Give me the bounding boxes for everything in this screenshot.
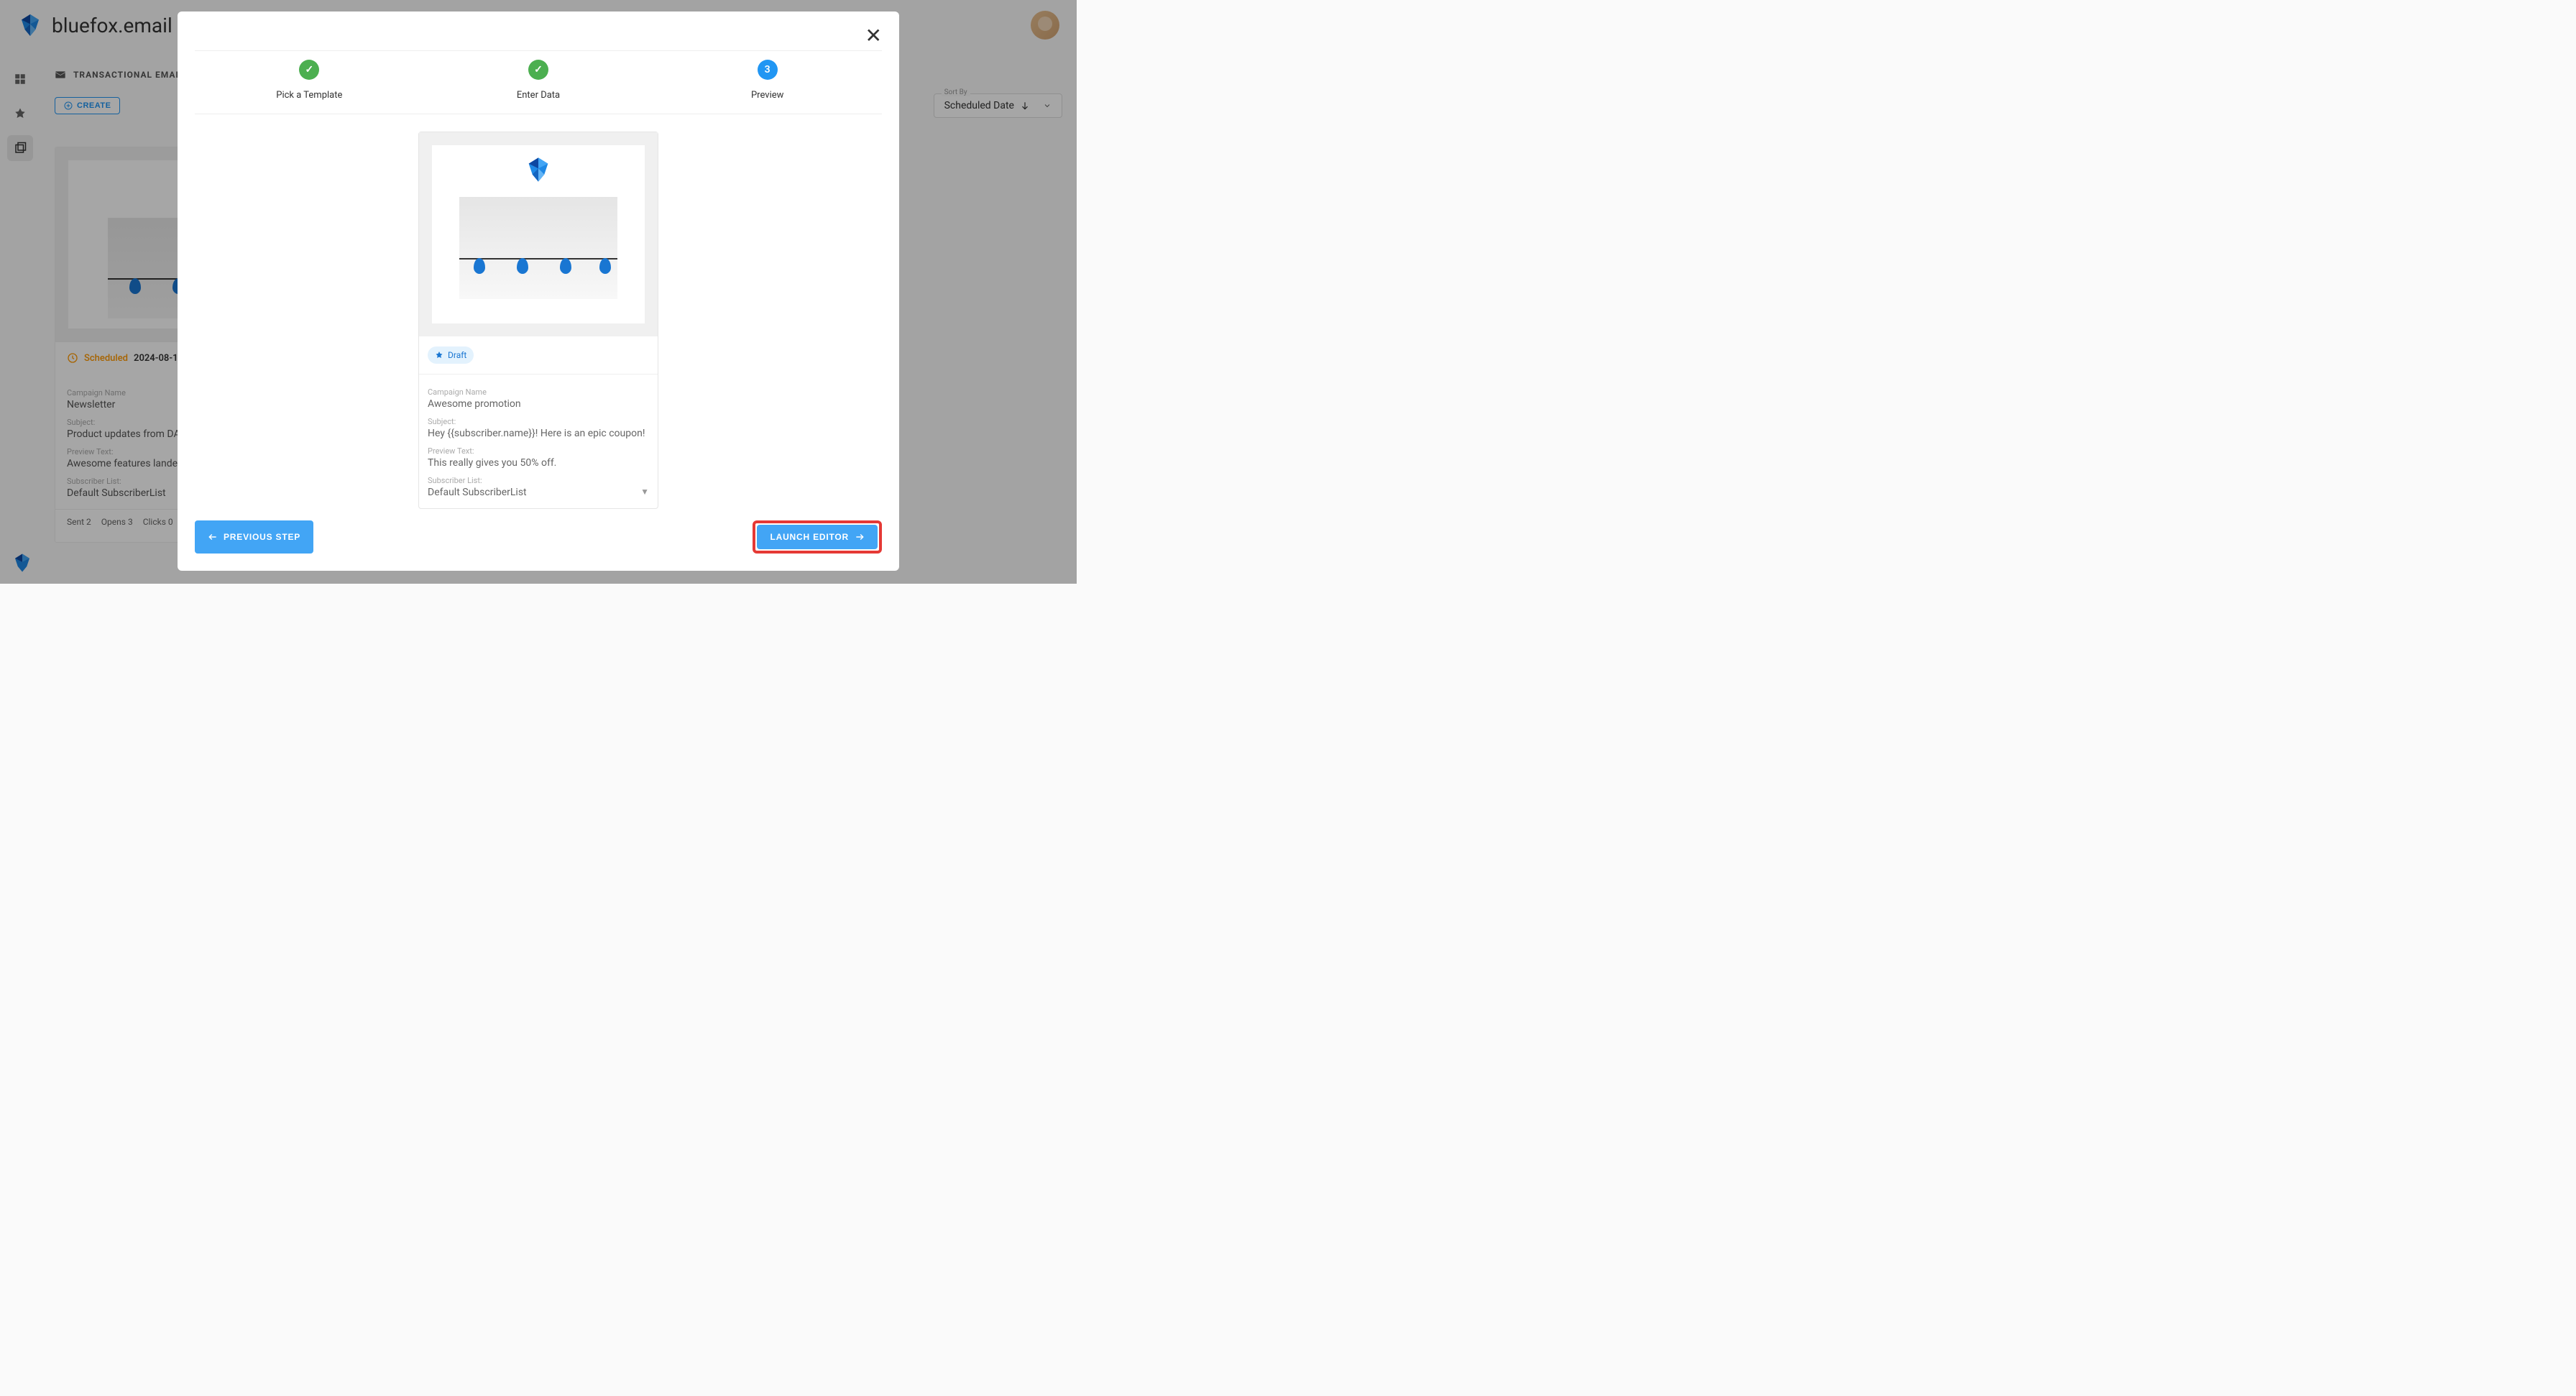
launch-highlight: LAUNCH EDITOR	[753, 520, 882, 554]
modal-footer: PREVIOUS STEP LAUNCH EDITOR	[195, 509, 882, 554]
draft-row: Draft	[419, 336, 658, 375]
stepper: Pick a Template Enter Data 3 Preview	[195, 50, 882, 114]
preview-text-label: Preview Text:	[428, 446, 649, 456]
subscriber-list-label: Subscriber List:	[428, 476, 649, 485]
previous-step-label: PREVIOUS STEP	[224, 532, 300, 542]
step-label: Pick a Template	[195, 90, 424, 101]
subject: Hey {{subscriber.name}}! Here is an epic…	[428, 428, 649, 439]
launch-editor-button[interactable]: LAUNCH EDITOR	[757, 525, 878, 549]
modal-overlay: ✕ Pick a Template Enter Data 3 Preview	[0, 0, 1077, 584]
preview-thumb	[419, 132, 658, 336]
campaign-name: Awesome promotion	[428, 398, 649, 410]
preview-card: Draft Campaign Name Awesome promotion Su…	[418, 132, 658, 509]
campaign-name-label: Campaign Name	[428, 387, 649, 397]
step-label: Enter Data	[424, 90, 653, 101]
chevron-down-icon: ▼	[640, 487, 649, 497]
arrow-left-icon	[208, 532, 218, 542]
preview-text: This really gives you 50% off.	[428, 457, 649, 469]
preview-hero-image	[459, 197, 617, 299]
step-preview[interactable]: 3 Preview	[653, 51, 882, 114]
bluefox-logo-icon	[524, 155, 553, 184]
draft-label: Draft	[448, 350, 466, 360]
modal-body: Draft Campaign Name Awesome promotion Su…	[195, 114, 882, 509]
previous-step-button[interactable]: PREVIOUS STEP	[195, 520, 313, 554]
step-label: Preview	[653, 90, 882, 101]
close-button[interactable]: ✕	[865, 26, 882, 46]
draft-badge: Draft	[428, 346, 474, 364]
check-icon	[528, 60, 548, 80]
subject-label: Subject:	[428, 417, 649, 426]
step-number-icon: 3	[758, 60, 778, 80]
subscriber-list: Default SubscriberList	[428, 487, 527, 498]
subscriber-list-select[interactable]: Default SubscriberList ▼	[428, 485, 649, 498]
step-pick-template[interactable]: Pick a Template	[195, 51, 424, 114]
design-icon	[435, 351, 443, 359]
step-enter-data[interactable]: Enter Data	[424, 51, 653, 114]
arrow-right-icon	[855, 532, 865, 542]
check-icon	[299, 60, 319, 80]
wizard-modal: ✕ Pick a Template Enter Data 3 Preview	[178, 12, 899, 571]
preview-body: Campaign Name Awesome promotion Subject:…	[419, 375, 658, 508]
close-icon: ✕	[865, 24, 882, 47]
launch-editor-label: LAUNCH EDITOR	[770, 532, 849, 542]
